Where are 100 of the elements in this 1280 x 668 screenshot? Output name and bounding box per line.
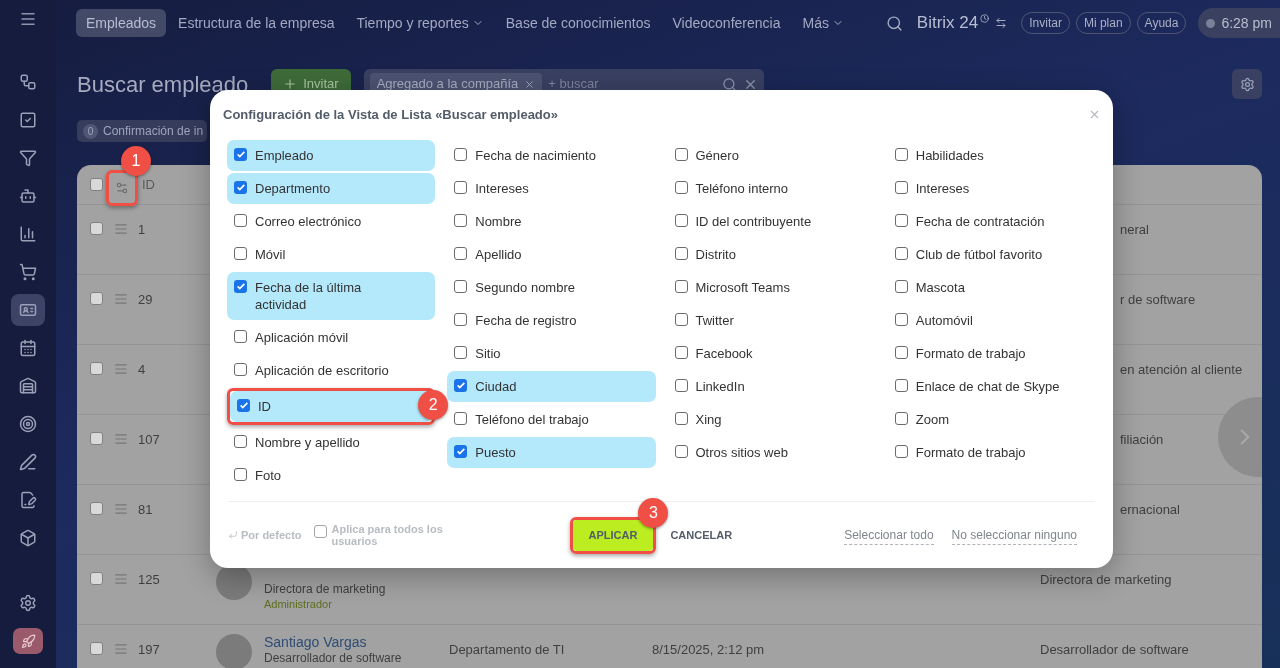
search-input[interactable]: + buscar <box>548 74 716 94</box>
checkbox[interactable] <box>674 411 688 425</box>
column-option[interactable]: Aplicación móvil <box>227 321 436 353</box>
drag-handle-icon[interactable] <box>114 222 128 236</box>
column-option[interactable]: Apellido <box>447 238 656 270</box>
drag-handle-icon[interactable] <box>114 292 128 306</box>
checkbox[interactable] <box>90 292 103 305</box>
checkbox[interactable] <box>454 180 468 194</box>
checkbox[interactable] <box>674 345 688 359</box>
drag-handle-icon[interactable] <box>114 502 128 516</box>
column-option[interactable]: Intereses <box>447 172 656 204</box>
column-option[interactable]: Segundo nombre <box>447 271 656 303</box>
column-option[interactable]: Teléfono interno <box>667 172 876 204</box>
select-all-link[interactable]: Seleccionar todo <box>844 525 934 545</box>
clock-pill[interactable]: 6:28 pm <box>1198 8 1280 38</box>
nav-tab[interactable]: Tiempo y reportes <box>346 9 494 37</box>
column-option[interactable]: Formato de trabajo <box>887 337 1096 369</box>
column-option[interactable]: Club de fútbol favorito <box>887 238 1096 270</box>
checkbox[interactable] <box>894 246 908 260</box>
column-option[interactable]: Formato de trabajo <box>887 436 1096 468</box>
column-option[interactable]: Empleado <box>227 139 436 171</box>
column-option[interactable]: Fecha de nacimiento <box>447 139 656 171</box>
checkbox[interactable] <box>454 378 468 392</box>
column-option[interactable]: Nombre y apellido <box>227 426 436 458</box>
checkbox[interactable] <box>894 345 908 359</box>
checkbox[interactable] <box>454 411 468 425</box>
checkbox[interactable] <box>234 213 247 227</box>
checkbox[interactable] <box>234 147 247 161</box>
checkbox[interactable] <box>894 411 908 425</box>
column-option[interactable]: LinkedIn <box>667 370 876 402</box>
checkbox[interactable] <box>674 444 688 458</box>
checkbox[interactable] <box>234 467 247 481</box>
search-icon[interactable] <box>885 14 903 32</box>
checkbox[interactable] <box>674 246 688 260</box>
apply-button[interactable]: APLICAR <box>572 519 654 551</box>
column-option[interactable]: Otros sitios web <box>667 436 876 468</box>
column-option[interactable]: Teléfono del trabajo <box>447 403 656 435</box>
checkbox[interactable] <box>234 246 247 260</box>
filter-chip[interactable]: 0 Confirmación de in <box>77 120 208 142</box>
checkbox[interactable] <box>234 180 247 194</box>
checkbox[interactable] <box>90 432 103 445</box>
drag-handle-icon[interactable] <box>114 642 128 656</box>
checkbox[interactable] <box>90 222 103 235</box>
checkbox[interactable] <box>313 525 327 538</box>
employee-name[interactable]: Santiago Vargas <box>264 634 402 651</box>
column-option[interactable]: Género <box>667 139 876 171</box>
column-option[interactable]: Aplicación de escritorio <box>227 354 436 386</box>
remove-icon[interactable] <box>524 78 536 90</box>
column-option[interactable]: Habilidades <box>887 139 1096 171</box>
column-option[interactable]: Ciudad <box>447 370 656 402</box>
checkbox[interactable] <box>90 572 103 585</box>
column-option[interactable]: Automóvil <box>887 304 1096 336</box>
switch-icon[interactable] <box>995 17 1008 29</box>
checkbox[interactable] <box>674 147 688 161</box>
checkbox[interactable] <box>894 378 908 392</box>
checkbox[interactable] <box>894 312 908 326</box>
checkbox[interactable] <box>894 147 908 161</box>
checkbox[interactable] <box>674 279 688 293</box>
select-none-link[interactable]: No seleccionar ninguno <box>951 525 1077 545</box>
column-option[interactable]: Distrito <box>667 238 876 270</box>
column-option[interactable]: Fecha de contratación <box>887 205 1096 237</box>
checkbox[interactable] <box>674 213 688 227</box>
drag-handle-icon[interactable] <box>114 432 128 446</box>
menu-icon[interactable] <box>19 10 37 28</box>
checkbox[interactable] <box>454 213 468 227</box>
checkbox[interactable] <box>234 279 247 293</box>
checkbox[interactable] <box>90 362 103 375</box>
column-option[interactable]: Zoom <box>887 403 1096 435</box>
column-option[interactable]: Fecha de registro <box>447 304 656 336</box>
checkbox[interactable] <box>90 502 103 515</box>
checkbox[interactable] <box>454 279 468 293</box>
search-icon[interactable] <box>721 76 737 92</box>
rocket-button[interactable] <box>13 628 43 654</box>
settings-button[interactable] <box>1232 69 1262 99</box>
column-option[interactable]: Enlace de chat de Skype <box>887 370 1096 402</box>
column-option[interactable]: Nombre <box>447 205 656 237</box>
checkbox[interactable] <box>674 180 688 194</box>
checkbox[interactable] <box>234 434 247 448</box>
nav-tab[interactable]: Base de conocimientos <box>495 9 661 37</box>
nav-tab[interactable]: Estructura de la empresa <box>168 9 345 37</box>
column-option[interactable]: ID del contribuyente <box>667 205 876 237</box>
drag-handle-icon[interactable] <box>114 572 128 586</box>
nav-tab[interactable]: Empleados <box>76 9 167 37</box>
column-option[interactable]: Mascota <box>887 271 1096 303</box>
column-option[interactable]: Móvil <box>227 238 436 270</box>
checkbox[interactable] <box>234 362 247 376</box>
drag-handle-icon[interactable] <box>114 362 128 376</box>
checkbox[interactable] <box>454 246 468 260</box>
checkbox[interactable] <box>454 147 468 161</box>
column-option[interactable]: Twitter <box>667 304 876 336</box>
checkbox[interactable] <box>237 398 250 412</box>
column-option[interactable]: Correo electrónico <box>227 205 436 237</box>
checkbox[interactable] <box>90 642 103 655</box>
column-option[interactable]: Sitio <box>447 337 656 369</box>
column-option[interactable]: Intereses <box>887 172 1096 204</box>
checkbox[interactable] <box>454 345 468 359</box>
checkbox[interactable] <box>894 444 908 458</box>
column-option[interactable]: Departmento <box>227 172 436 204</box>
checkbox[interactable] <box>894 213 908 227</box>
nav-tab[interactable]: Videoconferencia <box>662 9 791 37</box>
